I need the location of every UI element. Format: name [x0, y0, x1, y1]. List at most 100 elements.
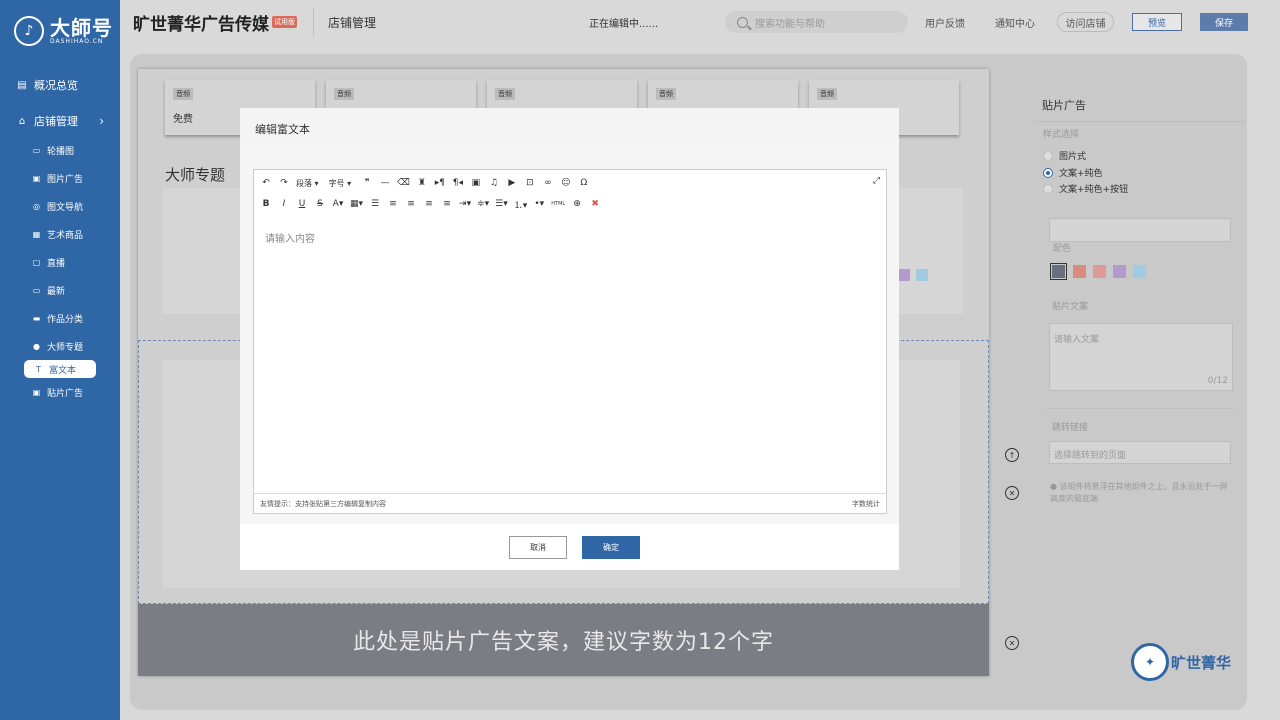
- home-icon: ⌂: [18, 115, 26, 127]
- sidebar-item-image-ad[interactable]: ▣ 图片广告: [0, 164, 120, 192]
- align-right-icon[interactable]: ≡: [423, 197, 435, 211]
- link-select[interactable]: 选择跳转到的页面: [1049, 441, 1231, 464]
- music-icon[interactable]: ♫: [488, 176, 500, 190]
- audio-tag: 音频: [495, 88, 515, 100]
- new-icon: ▭: [32, 285, 41, 295]
- eraser-icon[interactable]: ⌫: [397, 176, 410, 190]
- video-icon[interactable]: ▶: [506, 176, 518, 190]
- embed-icon[interactable]: ⊡: [524, 176, 536, 190]
- link-icon[interactable]: ∞: [542, 176, 554, 190]
- indent-icon[interactable]: ☰: [369, 197, 381, 211]
- notification-link[interactable]: 通知中心: [995, 15, 1035, 30]
- color-swatch[interactable]: [1050, 263, 1067, 280]
- preview-zoom-icon[interactable]: ⊕: [571, 197, 583, 211]
- copy-textarea[interactable]: 请输入文案 0/12: [1049, 323, 1233, 391]
- paragraph-select[interactable]: 段落 ▾: [296, 178, 319, 189]
- confirm-button[interactable]: 确定: [582, 536, 640, 559]
- rtl-icon[interactable]: ¶◂: [452, 176, 464, 190]
- color-swatch[interactable]: [1073, 265, 1086, 278]
- search-input[interactable]: 搜索功能与帮助: [725, 11, 908, 33]
- option-label: 文案+纯色: [1059, 169, 1103, 179]
- font-color-icon[interactable]: A▾: [332, 197, 344, 211]
- sidebar-item-label: 艺术商品: [47, 230, 84, 241]
- editor-footer: 友情提示：支持张贴第三方编辑复制内容 字数统计: [254, 493, 886, 513]
- word-count: 字数统计: [852, 499, 880, 508]
- line-height-icon[interactable]: ≑▾: [477, 197, 489, 211]
- sidebar-item-overview[interactable]: ▤ 概况总览: [0, 70, 120, 100]
- font-size-select[interactable]: 字号 ▾: [329, 178, 352, 189]
- app-logo[interactable]: ♪ 大師号 DASHIHAO.CN: [0, 0, 120, 62]
- paragraph-spacing-icon[interactable]: ☰▾: [495, 197, 508, 211]
- color-swatch[interactable]: [1133, 265, 1146, 278]
- sidebar-item-latest[interactable]: ▭ 最新: [0, 276, 120, 304]
- sidebar-item-label: 图片广告: [47, 174, 84, 185]
- radio-icon: [1043, 183, 1053, 194]
- feedback-link[interactable]: 用户反馈: [925, 15, 965, 30]
- quote-icon[interactable]: ❞: [361, 176, 373, 190]
- color-swatch[interactable]: [1093, 265, 1106, 278]
- toolbar-row-2: B I U S A▾ ▦▾ ☰ ≡ ≡ ≡ ≡ ⇥▾ ≑▾ ☰▾ ⒈▾ •▾ H…: [260, 195, 607, 213]
- editing-status: 正在编辑中......: [589, 18, 659, 30]
- format-brush-icon[interactable]: ♜: [416, 176, 428, 190]
- strikethrough-icon[interactable]: S: [314, 197, 326, 211]
- bold-icon[interactable]: B: [260, 197, 272, 211]
- html-icon[interactable]: HTML: [551, 197, 565, 211]
- sidebar-item-rich-text[interactable]: T 富文本: [24, 360, 96, 378]
- background-color-icon[interactable]: ▦▾: [350, 197, 363, 211]
- move-up-icon[interactable]: ↑: [1005, 448, 1019, 462]
- option-label: 图片式: [1059, 152, 1087, 162]
- sidebar-item-carousel[interactable]: ▭ 轮播图: [0, 136, 120, 164]
- sidebar-item-store[interactable]: ⌂ 店铺管理 ›: [0, 106, 120, 136]
- ordered-list-icon[interactable]: ⒈▾: [514, 197, 528, 211]
- color-label: 配色: [1053, 244, 1072, 254]
- sidebar-item-label: 概况总览: [34, 79, 78, 92]
- chevron-right-icon: ›: [99, 114, 104, 128]
- brand-title: 旷世菁华广告传媒: [133, 14, 269, 35]
- align-justify-icon[interactable]: ≡: [441, 197, 453, 211]
- rich-text-editor[interactable]: ↶ ↷ 段落 ▾ 字号 ▾ ❞ — ⌫ ♜ ▸¶ ¶◂ ▣ ♫ ▶ ⊡ ∞ ☺ …: [253, 169, 887, 514]
- omega-icon[interactable]: Ω: [578, 176, 590, 190]
- sidebar-item-image-nav[interactable]: ◎ 图文导航: [0, 192, 120, 220]
- align-left-icon[interactable]: ≡: [387, 197, 399, 211]
- plugin-icon[interactable]: ✖: [589, 197, 601, 211]
- image-icon[interactable]: ▣: [470, 176, 482, 190]
- italic-icon[interactable]: I: [278, 197, 290, 211]
- unordered-list-icon[interactable]: •▾: [533, 197, 545, 211]
- color-input[interactable]: [1049, 218, 1231, 242]
- visit-store-button[interactable]: 访问店铺: [1057, 12, 1114, 32]
- style-option-text-solid-button[interactable]: 文案+纯色+按钮: [1043, 182, 1128, 195]
- save-button[interactable]: 保存: [1200, 13, 1248, 31]
- ltr-icon[interactable]: ▸¶: [434, 176, 446, 190]
- copy-label: 贴片文案: [1052, 302, 1089, 312]
- cancel-button[interactable]: 取消: [509, 536, 567, 559]
- sidebar-item-sticker-ad[interactable]: ▣ 贴片广告: [0, 378, 120, 406]
- style-option-image[interactable]: 图片式: [1043, 149, 1086, 162]
- undo-icon[interactable]: ↶: [260, 176, 272, 190]
- audio-tag: 音频: [817, 88, 837, 100]
- info-icon: ●: [1050, 482, 1057, 491]
- paragraph-label: 段落: [296, 178, 312, 188]
- color-chip: [898, 269, 910, 281]
- option-label: 文案+纯色+按钮: [1059, 185, 1129, 195]
- align-center-icon[interactable]: ≡: [405, 197, 417, 211]
- close-icon[interactable]: ✕: [1005, 486, 1019, 500]
- radio-checked-icon: [1043, 167, 1053, 178]
- style-option-text-solid[interactable]: 文案+纯色: [1043, 166, 1103, 179]
- sidebar-item-category[interactable]: ▬ 作品分类: [0, 304, 120, 332]
- line-indent-icon[interactable]: ⇥▾: [459, 197, 471, 211]
- sidebar-item-master[interactable]: ● 大师专题: [0, 332, 120, 360]
- horizontal-rule-icon[interactable]: —: [379, 176, 391, 190]
- emoji-icon[interactable]: ☺: [560, 176, 572, 190]
- color-swatch[interactable]: [1113, 265, 1126, 278]
- sidebar-item-label: 贴片广告: [47, 388, 84, 399]
- sticker-ad-icon: ▣: [32, 387, 41, 397]
- underline-icon[interactable]: U: [296, 197, 308, 211]
- sticker-ad-banner[interactable]: 此处是贴片广告文案，建议字数为12个字: [138, 604, 989, 676]
- sidebar-item-live[interactable]: ▢ 直播: [0, 248, 120, 276]
- sidebar-item-art-goods[interactable]: ▦ 艺术商品: [0, 220, 120, 248]
- fullscreen-icon[interactable]: ⤢: [873, 176, 880, 186]
- logo-text: 大師号: [50, 15, 113, 40]
- preview-button[interactable]: 预览: [1132, 13, 1182, 31]
- redo-icon[interactable]: ↷: [278, 176, 290, 190]
- close-icon[interactable]: ✕: [1005, 636, 1019, 650]
